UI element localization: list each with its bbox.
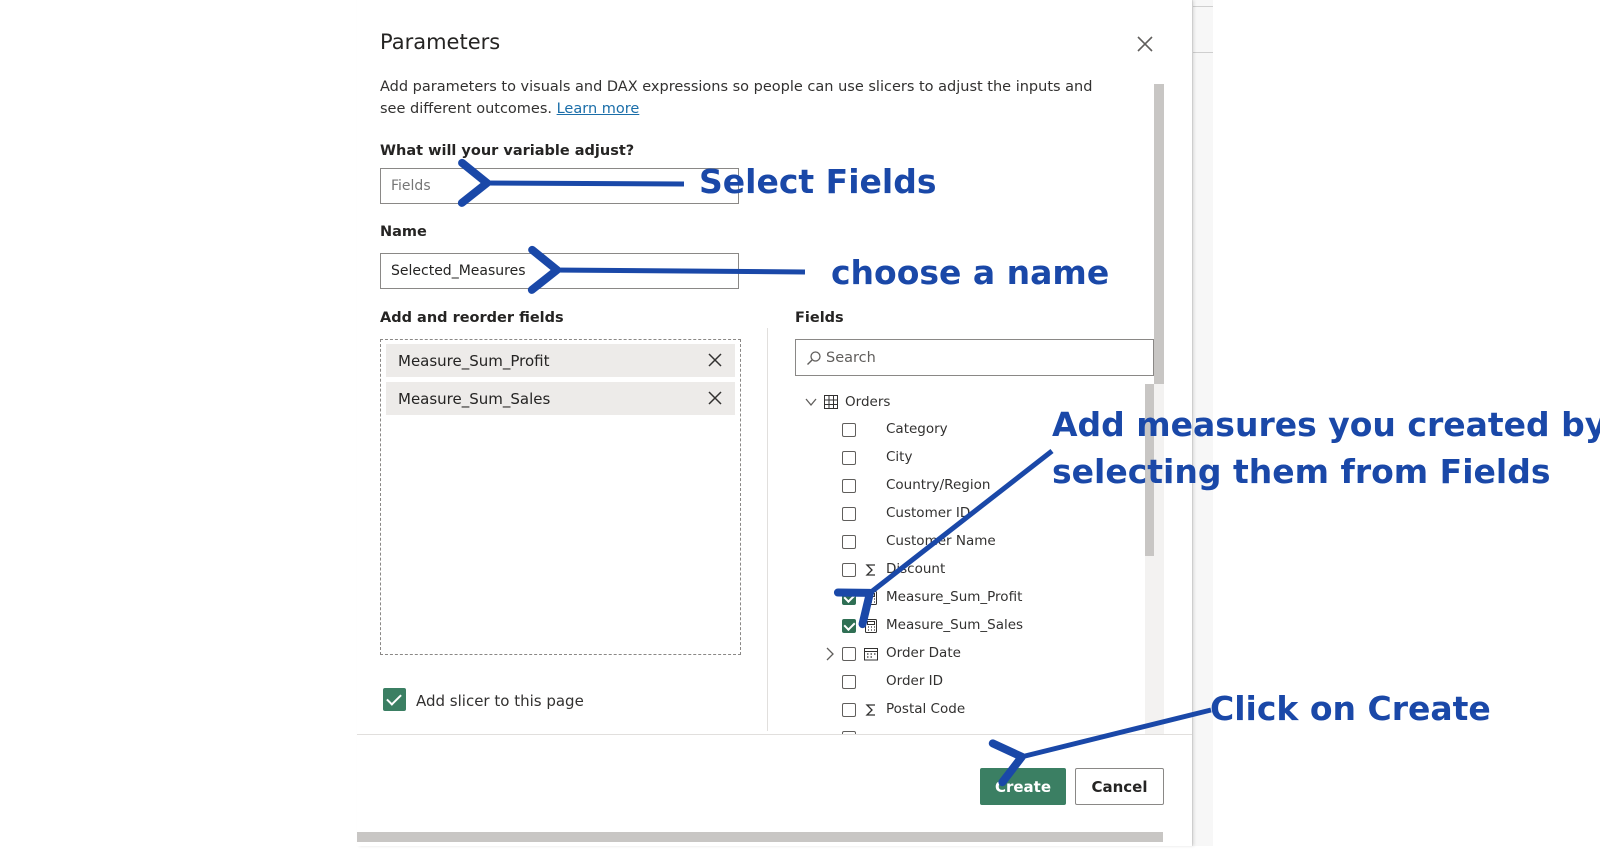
sigma-icon (865, 564, 875, 576)
field-checkbox[interactable] (842, 479, 856, 493)
field-label: City (886, 449, 913, 465)
field-checkbox[interactable] (842, 563, 856, 577)
annotation-select-fields: Select Fields (699, 162, 937, 201)
sigma-icon (865, 704, 875, 716)
calendar-icon (864, 648, 878, 661)
chevron-right-icon[interactable] (824, 647, 836, 661)
create-button[interactable]: Create (980, 768, 1066, 805)
cancel-button[interactable]: Cancel (1075, 768, 1164, 805)
annotation-choose-name: choose a name (831, 253, 1110, 292)
field-label: Country/Region (886, 477, 991, 493)
dialog-scrollbar-thumb[interactable] (1154, 84, 1164, 384)
calculator-icon (865, 619, 877, 633)
field-label: Order Date (886, 645, 961, 661)
edge-line (1193, 52, 1213, 53)
field-checkbox[interactable] (842, 647, 856, 661)
field-label: Postal Code (886, 701, 966, 717)
field-checkbox[interactable] (842, 535, 856, 549)
edge-line (1193, 6, 1213, 7)
field-checkbox[interactable] (842, 675, 856, 689)
table-icon (824, 395, 838, 409)
field-label: Measure_Sum_Sales (886, 617, 1024, 633)
field-checkbox[interactable] (842, 507, 856, 521)
annotation-add-measures-line1: Add measures you created by (1052, 405, 1600, 444)
field-label: Discount (886, 561, 946, 577)
field-checkbox[interactable] (842, 591, 856, 605)
field-label: Order ID (886, 673, 944, 689)
table-name-orders[interactable]: Orders (845, 394, 890, 410)
field-checkbox[interactable] (842, 703, 856, 717)
field-checkbox[interactable] (842, 451, 856, 465)
field-checkbox[interactable] (842, 619, 856, 633)
horizontal-scrollbar[interactable] (357, 832, 1163, 842)
footer-divider (357, 734, 1192, 735)
field-label: Measure_Sum_Profit (886, 589, 1023, 605)
field-label: Customer Name (886, 533, 996, 549)
field-label: Category (886, 421, 948, 437)
annotation-add-measures-line2: selecting them from Fields (1052, 452, 1551, 491)
calculator-icon (865, 591, 877, 605)
annotation-click-create: Click on Create (1210, 689, 1491, 728)
chevron-down-icon[interactable] (805, 396, 817, 408)
fields-tree: Orders Category City Country/Region Custome… (357, 0, 1192, 734)
field-label: Customer ID (886, 505, 971, 521)
field-checkbox[interactable] (842, 423, 856, 437)
